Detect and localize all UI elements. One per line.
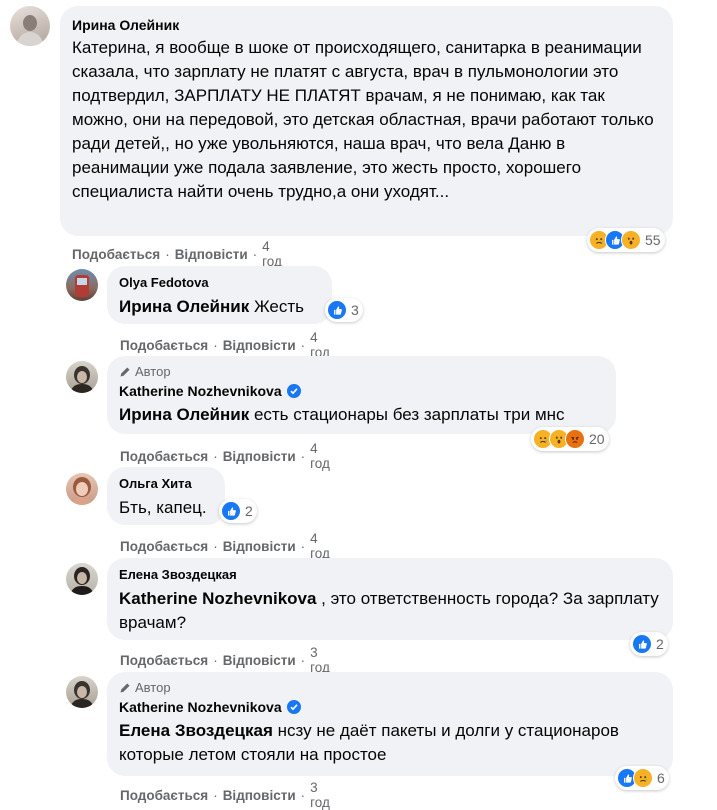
- comment-bubble: Автор Katherine Nozhevnikova Елена Звозд…: [107, 672, 673, 776]
- separator-dot: ·: [165, 246, 170, 262]
- avatar[interactable]: [10, 6, 50, 46]
- comment-text: Катерина, я вообще в шоке от происходяще…: [72, 38, 654, 201]
- author-badge: Автор: [119, 680, 661, 696]
- reaction-summary[interactable]: 2: [219, 499, 257, 523]
- mention-link[interactable]: Katherine Nozhevnikova: [119, 589, 316, 608]
- like-reaction-icon: [632, 634, 652, 654]
- avatar[interactable]: [66, 473, 98, 505]
- timestamp[interactable]: 3 год: [310, 780, 330, 810]
- comment-actions: Подобається · Відповісти · 4 год: [72, 239, 282, 269]
- angry-reaction-icon: [565, 429, 585, 449]
- avatar[interactable]: [66, 361, 98, 393]
- author-badge-label: Автор: [135, 364, 171, 379]
- reaction-count: 55: [645, 232, 661, 248]
- author-badge: Автор: [119, 364, 604, 380]
- like-button[interactable]: Подобається: [120, 338, 208, 353]
- like-button[interactable]: Подобається: [120, 788, 208, 803]
- like-button[interactable]: Подобається: [120, 539, 208, 554]
- reply-button[interactable]: Відповісти: [223, 449, 296, 464]
- reaction-count: 6: [657, 770, 665, 786]
- mention-link[interactable]: Ирина Олейник: [119, 405, 249, 424]
- reaction-summary[interactable]: 3: [325, 298, 363, 322]
- reply-button[interactable]: Відповісти: [223, 788, 296, 803]
- timestamp[interactable]: 4 год: [310, 441, 330, 471]
- timestamp[interactable]: 4 год: [310, 531, 330, 561]
- comment-bubble: Olya Fedotova Ирина Олейник Жесть: [107, 266, 332, 324]
- separator-dot: ·: [300, 538, 306, 554]
- avatar-photo-icon: [16, 15, 44, 46]
- avatar-photo-icon: [70, 681, 94, 708]
- separator-dot: ·: [213, 448, 218, 464]
- comment-actions: Подобається · Відповісти · 4 год: [120, 531, 330, 561]
- comment-text: Бть, капец.: [119, 498, 207, 517]
- mention-link[interactable]: Ирина Олейник: [119, 297, 249, 316]
- comment-bubble: Елена Звоздецкая Katherine Nozhevnikova …: [107, 558, 673, 640]
- avatar[interactable]: [66, 563, 98, 595]
- like-button[interactable]: Подобається: [120, 653, 208, 668]
- comment-text: Katherine Nozhevnikova , это ответственн…: [119, 587, 661, 635]
- author-name[interactable]: Katherine Nozhevnikova: [119, 698, 282, 716]
- reply-button[interactable]: Відповісти: [223, 338, 296, 353]
- separator-dot: ·: [213, 337, 218, 353]
- separator-dot: ·: [300, 652, 306, 668]
- reaction-summary[interactable]: 2: [630, 632, 668, 656]
- reply-button[interactable]: Відповісти: [223, 539, 296, 554]
- separator-dot: ·: [300, 337, 306, 353]
- comment-text: Ирина Олейник Жесть: [119, 295, 320, 319]
- timestamp[interactable]: 4 год: [262, 239, 282, 269]
- verified-badge-icon: [286, 384, 301, 398]
- author-name[interactable]: Olya Fedotova: [119, 274, 209, 292]
- comment-text: Елена Звоздецкая нсзу не даёт пакеты и д…: [119, 719, 661, 767]
- separator-dot: ·: [300, 448, 306, 464]
- avatar[interactable]: [66, 269, 98, 301]
- avatar[interactable]: [66, 676, 98, 708]
- pencil-icon: [120, 683, 130, 693]
- separator-dot: ·: [300, 787, 306, 803]
- avatar-photo-icon: [70, 567, 94, 595]
- avatar-photo-icon: [71, 477, 93, 505]
- separator-dot: ·: [213, 538, 218, 554]
- author-name[interactable]: Katherine Nozhevnikova: [119, 382, 282, 400]
- comment-body: Жесть: [249, 297, 305, 316]
- avatar-photo-icon: [75, 275, 89, 297]
- reaction-count: 2: [656, 636, 664, 652]
- author-name[interactable]: Елена Звоздецкая: [119, 566, 237, 584]
- reaction-summary[interactable]: 20: [531, 427, 609, 451]
- mention-link[interactable]: Елена Звоздецкая: [119, 721, 273, 740]
- comment-body: есть стационары без зарплаты три мнс: [249, 405, 565, 424]
- comment-bubble: Автор Katherine Nozhevnikova Ирина Олейн…: [107, 356, 616, 434]
- reply-button[interactable]: Відповісти: [223, 653, 296, 668]
- comment-text: Ирина Олейник есть стационары без зарпла…: [119, 403, 604, 427]
- like-reaction-icon: [327, 300, 347, 320]
- comment-bubble: Ольга Хита Бть, капец.: [107, 467, 225, 525]
- separator-dot: ·: [213, 787, 218, 803]
- avatar-photo-icon: [70, 366, 94, 393]
- reaction-count: 3: [351, 302, 359, 318]
- verified-badge-icon: [286, 700, 301, 714]
- comment-actions: Подобається · Відповісти · 3 год: [120, 780, 330, 810]
- comment-actions: Подобається · Відповісти · 3 год: [120, 645, 330, 675]
- separator-dot: ·: [213, 652, 218, 668]
- reaction-summary[interactable]: 6: [615, 766, 669, 790]
- like-button[interactable]: Подобається: [120, 449, 208, 464]
- author-badge-label: Автор: [135, 680, 171, 695]
- pencil-icon: [120, 367, 130, 377]
- like-reaction-icon: [221, 501, 241, 521]
- separator-dot: ·: [252, 246, 258, 262]
- author-name[interactable]: Ольга Хита: [119, 475, 192, 493]
- reply-button[interactable]: Відповісти: [175, 247, 248, 262]
- wow-reaction-icon: [621, 230, 641, 250]
- like-button[interactable]: Подобається: [72, 247, 160, 262]
- reaction-count: 20: [589, 431, 605, 447]
- reaction-count: 2: [245, 503, 253, 519]
- sad-reaction-icon: [633, 768, 653, 788]
- comment-bubble: Ирина Олейник Катерина, я вообще в шоке …: [60, 6, 673, 236]
- timestamp[interactable]: 3 год: [310, 645, 330, 675]
- author-name[interactable]: Ирина Олейник: [72, 16, 179, 34]
- reaction-summary[interactable]: 55: [587, 228, 665, 252]
